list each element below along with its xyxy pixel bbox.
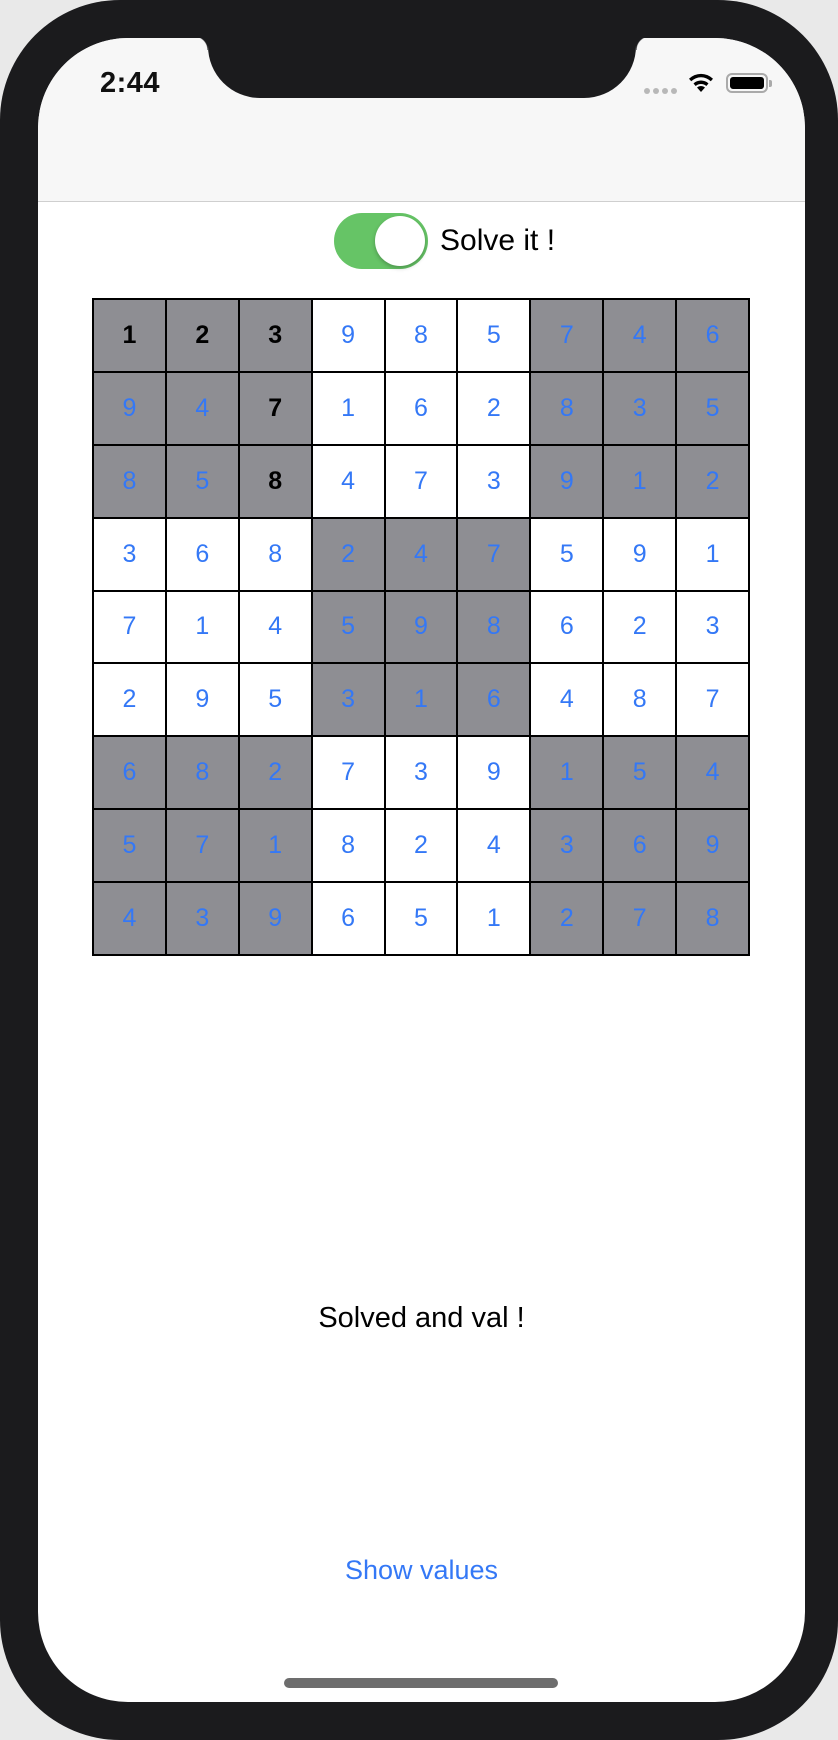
- sudoku-cell[interactable]: 2: [458, 372, 530, 444]
- sudoku-cell[interactable]: 6: [531, 591, 603, 663]
- sudoku-cell[interactable]: 9: [94, 372, 165, 444]
- sudoku-cell[interactable]: 5: [312, 591, 384, 663]
- sudoku-cell[interactable]: 6: [677, 300, 748, 371]
- cellular-signal-icon: [644, 88, 677, 94]
- sudoku-cell[interactable]: 2: [604, 591, 676, 663]
- sudoku-cell[interactable]: 9: [604, 518, 676, 590]
- sudoku-cell[interactable]: 6: [458, 664, 530, 736]
- sudoku-cell[interactable]: 3: [531, 810, 603, 882]
- sudoku-cell[interactable]: 4: [312, 445, 384, 517]
- sudoku-cell[interactable]: 8: [239, 445, 311, 517]
- sudoku-cell[interactable]: 7: [458, 518, 530, 590]
- sudoku-cell[interactable]: 8: [531, 372, 603, 444]
- sudoku-cell[interactable]: 7: [677, 664, 748, 736]
- sudoku-cell[interactable]: 4: [385, 518, 457, 590]
- sudoku-cell[interactable]: 5: [239, 664, 311, 736]
- show-values-button[interactable]: Show values: [38, 1555, 805, 1586]
- sudoku-cell[interactable]: 4: [531, 664, 603, 736]
- sudoku-cell[interactable]: 3: [677, 591, 748, 663]
- status-time: 2:44: [100, 67, 161, 99]
- sudoku-cell[interactable]: 3: [385, 737, 457, 809]
- sudoku-cell[interactable]: 3: [239, 300, 311, 371]
- sudoku-cell[interactable]: 1: [385, 664, 457, 736]
- solve-toggle-label: Solve it !: [440, 224, 556, 257]
- sudoku-cell[interactable]: 5: [458, 300, 530, 371]
- sudoku-cell[interactable]: 8: [239, 518, 311, 590]
- solve-toggle[interactable]: [334, 213, 428, 269]
- sudoku-cell[interactable]: 9: [458, 737, 530, 809]
- sudoku-cell[interactable]: 6: [385, 372, 457, 444]
- sudoku-cell[interactable]: 5: [166, 445, 238, 517]
- sudoku-cell[interactable]: 1: [458, 883, 530, 954]
- sudoku-cell[interactable]: 2: [385, 810, 457, 882]
- sudoku-cell[interactable]: 3: [604, 372, 676, 444]
- sudoku-cell[interactable]: 4: [94, 883, 165, 954]
- sudoku-cell[interactable]: 9: [531, 445, 603, 517]
- solve-toggle-row: Solve it !: [334, 211, 555, 271]
- sudoku-cell[interactable]: 7: [385, 445, 457, 517]
- sudoku-cell[interactable]: 1: [677, 518, 748, 590]
- sudoku-cell[interactable]: 4: [458, 810, 530, 882]
- sudoku-cell[interactable]: 3: [312, 664, 384, 736]
- sudoku-cell[interactable]: 9: [312, 300, 384, 371]
- sudoku-cell[interactable]: 8: [458, 591, 530, 663]
- sudoku-cell[interactable]: 9: [166, 664, 238, 736]
- sudoku-cell[interactable]: 8: [385, 300, 457, 371]
- sudoku-cell[interactable]: 7: [239, 372, 311, 444]
- sudoku-cell[interactable]: 7: [166, 810, 238, 882]
- sudoku-cell[interactable]: 7: [531, 300, 603, 371]
- sudoku-cell[interactable]: 1: [531, 737, 603, 809]
- sudoku-cell[interactable]: 9: [385, 591, 457, 663]
- wifi-icon: [689, 73, 713, 92]
- sudoku-cell[interactable]: 1: [239, 810, 311, 882]
- sudoku-cell[interactable]: 5: [677, 372, 748, 444]
- sudoku-cell[interactable]: 1: [604, 445, 676, 517]
- sudoku-cell[interactable]: 9: [239, 883, 311, 954]
- sudoku-cell[interactable]: 8: [94, 445, 165, 517]
- screen: 2:44 Solve it ! 123985746947162835858473…: [38, 38, 805, 1702]
- status-message: Solved and val !: [318, 1302, 525, 1334]
- sudoku-cell[interactable]: 2: [166, 300, 238, 371]
- sudoku-cell[interactable]: 3: [94, 518, 165, 590]
- sudoku-cell[interactable]: 7: [604, 883, 676, 954]
- sudoku-cell[interactable]: 5: [385, 883, 457, 954]
- sudoku-cell[interactable]: 1: [94, 300, 165, 371]
- sudoku-cell[interactable]: 2: [239, 737, 311, 809]
- sudoku-cell[interactable]: 3: [166, 883, 238, 954]
- sudoku-cell[interactable]: 1: [312, 372, 384, 444]
- sudoku-cell[interactable]: 6: [312, 883, 384, 954]
- sudoku-cell[interactable]: 8: [166, 737, 238, 809]
- battery-icon: [726, 73, 772, 93]
- sudoku-cell[interactable]: 8: [312, 810, 384, 882]
- sudoku-cell[interactable]: 5: [531, 518, 603, 590]
- sudoku-board: 1239857469471628358584739123682475917145…: [92, 298, 750, 956]
- sudoku-cell[interactable]: 6: [94, 737, 165, 809]
- sudoku-cell[interactable]: 8: [677, 883, 748, 954]
- sudoku-cell[interactable]: 2: [677, 445, 748, 517]
- sudoku-cell[interactable]: 4: [677, 737, 748, 809]
- sudoku-cell[interactable]: 8: [604, 664, 676, 736]
- sudoku-cell[interactable]: 3: [458, 445, 530, 517]
- home-indicator: [284, 1678, 558, 1688]
- sudoku-cell[interactable]: 6: [604, 810, 676, 882]
- sudoku-cell[interactable]: 2: [312, 518, 384, 590]
- sudoku-cell[interactable]: 4: [239, 591, 311, 663]
- sudoku-cell[interactable]: 2: [94, 664, 165, 736]
- sudoku-cell[interactable]: 9: [677, 810, 748, 882]
- toggle-knob: [375, 216, 425, 266]
- phone-frame: 2:44 Solve it ! 123985746947162835858473…: [0, 0, 838, 1740]
- notch: [194, 38, 650, 98]
- sudoku-cell[interactable]: 7: [312, 737, 384, 809]
- sudoku-cell[interactable]: 1: [166, 591, 238, 663]
- sudoku-cell[interactable]: 5: [604, 737, 676, 809]
- sudoku-cell[interactable]: 4: [604, 300, 676, 371]
- sudoku-cell[interactable]: 6: [166, 518, 238, 590]
- sudoku-cell[interactable]: 4: [166, 372, 238, 444]
- sudoku-cell[interactable]: 2: [531, 883, 603, 954]
- sudoku-cell[interactable]: 5: [94, 810, 165, 882]
- sudoku-cell[interactable]: 7: [94, 591, 165, 663]
